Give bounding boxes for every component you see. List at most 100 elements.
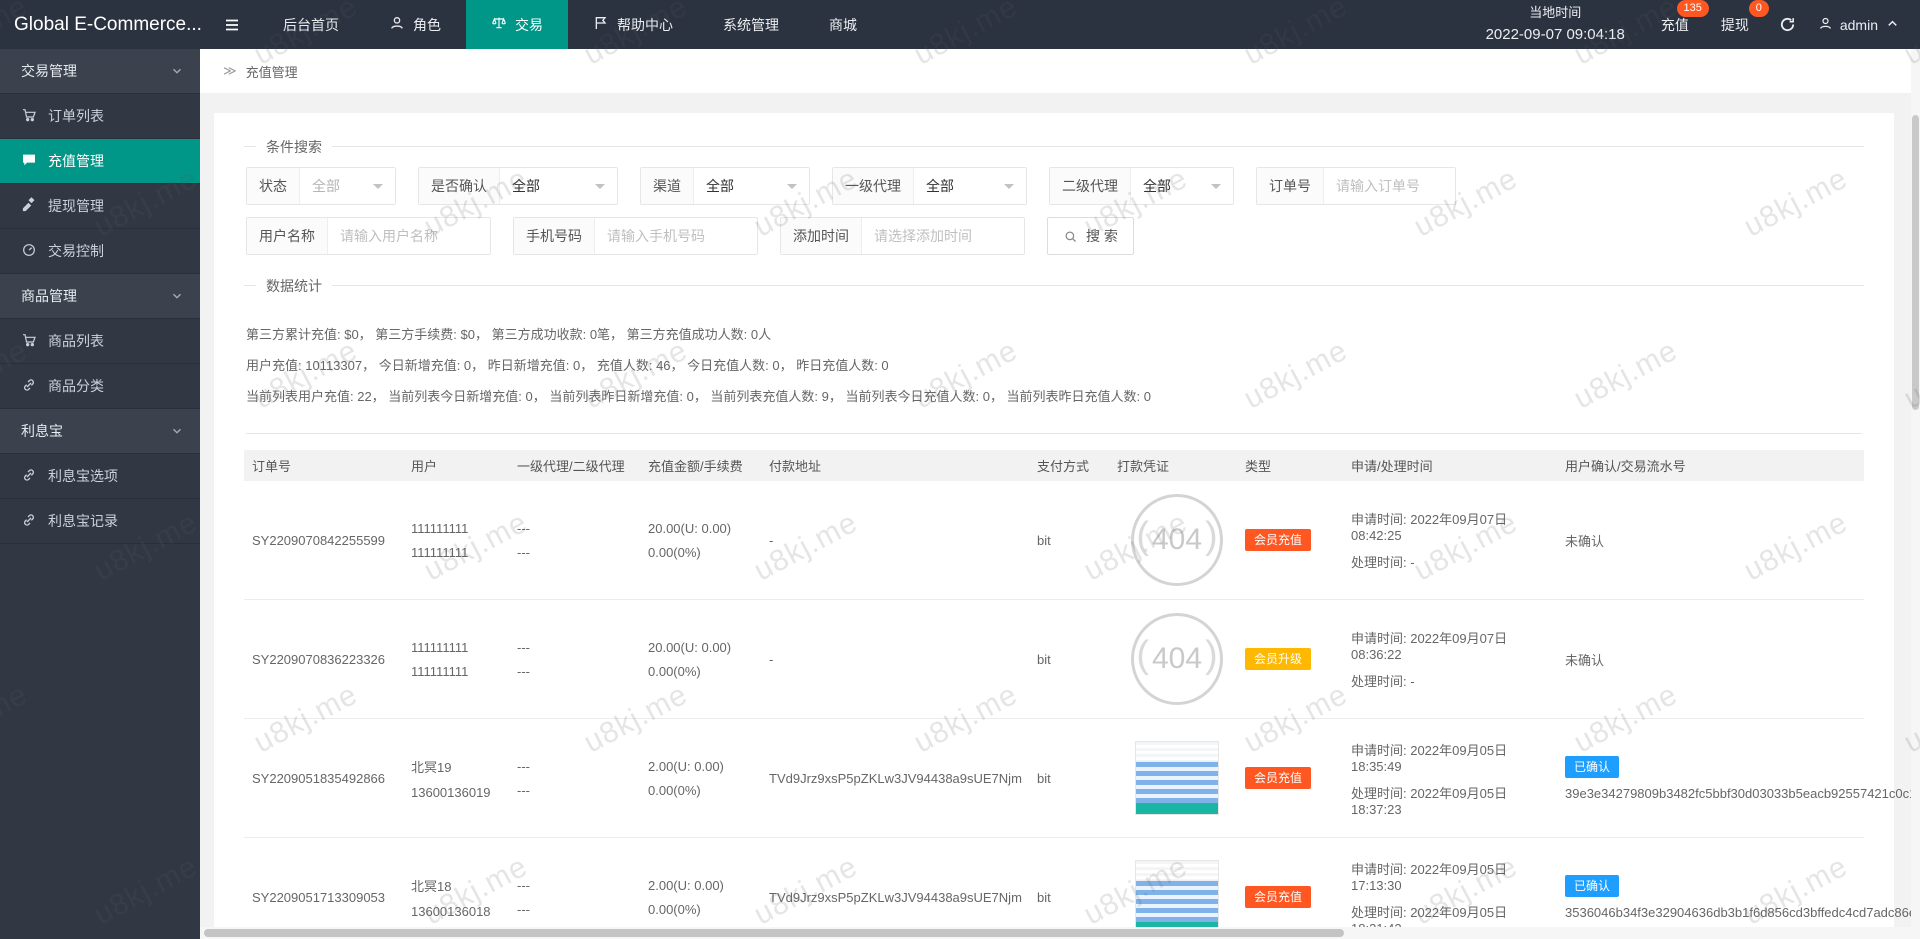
content-card: 条件搜索 状态 全部 是否确认 全部 渠道 全部 一级代理 全部 二级代理 全部…: [214, 113, 1920, 939]
sidebar-item-label: 商品分类: [48, 378, 104, 394]
add-time-field: 添加时间: [780, 217, 1025, 255]
search-button[interactable]: 搜 索: [1047, 217, 1134, 255]
table-row: SY2209051835492866 北冥19 13600136019 --- …: [244, 719, 1920, 838]
sidebar-group-trade[interactable]: 交易管理: [0, 49, 200, 94]
sidebar-item-withdraw-management[interactable]: 提现管理: [0, 184, 200, 229]
topbar-right: 当地时间 2022-09-07 09:04:18 充值 135 提现 0 adm…: [1486, 0, 1920, 49]
col-voucher: 打款凭证: [1117, 459, 1170, 474]
sidebar-group-interest[interactable]: 利息宝: [0, 409, 200, 454]
pay-address: TVd9Jrz9xsP5pZKLw3JV94438a9sUE7Njm: [769, 889, 1022, 905]
broken-image-404: (404): [1131, 494, 1223, 586]
sidebar: 交易管理 订单列表 充值管理 提现管理 交易控制 商品管理 商品列表 商品分类 …: [0, 49, 200, 939]
topbar: Global E-Commerce... 后台首页 角色 交易 帮助中心 系统管…: [0, 0, 1920, 49]
menu-label: 交易: [515, 16, 543, 33]
menu-item-roles[interactable]: 角色: [364, 0, 466, 49]
pay-method: bit: [1037, 532, 1051, 548]
confirm-cell: 未确认: [1565, 652, 1605, 668]
menu-label: 后台首页: [283, 16, 339, 33]
user-cell: 北冥18 13600136018: [411, 878, 491, 919]
table-row: SY2209070842255599 111111111 111111111 -…: [244, 481, 1864, 600]
caret-down-icon: [373, 184, 383, 194]
withdraw-count-badge: 0: [1748, 0, 1769, 17]
sidebar-group-goods[interactable]: 商品管理: [0, 274, 200, 319]
type-badge: 会员充值: [1245, 886, 1312, 908]
col-user: 用户: [411, 459, 438, 474]
type-cell: 会员充值: [1237, 529, 1343, 551]
sidebar-item-label: 交易控制: [48, 243, 104, 259]
status-select[interactable]: 状态 全部: [246, 167, 396, 205]
confirmed-select[interactable]: 是否确认 全部: [418, 167, 618, 205]
col-amount-fee: 充值金额/手续费: [648, 459, 743, 474]
sidebar-group-label: 商品管理: [21, 288, 77, 304]
pay-address: -: [769, 651, 774, 667]
menu-item-dashboard[interactable]: 后台首页: [258, 0, 364, 49]
confirm-cell: 已确认 39e3e34279809b3482fc5bbf30d03033b5ea…: [1557, 755, 1920, 801]
pay-address: TVd9Jrz9xsP5pZKLw3JV94438a9sUE7Njm: [769, 770, 1022, 786]
filter-row-2: 用户名称 手机号码 添加时间 搜 索: [246, 217, 1864, 255]
withdraw-shortcut[interactable]: 提现 0: [1721, 0, 1769, 35]
scales-icon: [491, 15, 507, 34]
channel-select[interactable]: 渠道 全部: [640, 167, 810, 205]
vertical-scrollbar-thumb[interactable]: [1912, 115, 1919, 410]
voucher-screenshot-thumbnail[interactable]: [1135, 860, 1219, 934]
stats-panel-legend: 数据统计: [256, 276, 332, 296]
sidebar-item-order-list[interactable]: 订单列表: [0, 94, 200, 139]
recharge-shortcut[interactable]: 充值 135: [1661, 0, 1709, 35]
hamburger-icon[interactable]: [206, 0, 258, 49]
menu-label: 角色: [413, 16, 441, 33]
sidebar-item-trade-control[interactable]: 交易控制: [0, 229, 200, 274]
sidebar-group-label: 利息宝: [21, 423, 63, 439]
breadcrumb-chevrons-icon: ≫: [223, 63, 237, 78]
voucher-screenshot-thumbnail[interactable]: [1135, 741, 1219, 815]
agent2-value: 全部: [1143, 178, 1171, 194]
col-pay-method: 支付方式: [1037, 459, 1090, 474]
refresh-icon[interactable]: [1779, 16, 1796, 33]
search-panel-legend: 条件搜索: [256, 137, 332, 157]
user-menu[interactable]: admin: [1818, 16, 1900, 34]
transaction-hash: 3536046b34f3e32904636db3b1f6d856cd3bffed…: [1565, 904, 1920, 920]
col-times: 申请/处理时间: [1351, 459, 1433, 474]
pay-method: bit: [1037, 889, 1051, 905]
menu-item-trade[interactable]: 交易: [466, 0, 568, 49]
sidebar-item-recharge-management[interactable]: 充值管理: [0, 139, 200, 184]
col-pay-address: 付款地址: [769, 459, 822, 474]
caret-down-icon: [1004, 184, 1014, 194]
sidebar-item-interest-options[interactable]: 利息宝选项: [0, 454, 200, 499]
stats-line-thirdparty: 第三方累计充值: $0， 第三方手续费: $0， 第三方成功收款: 0笔， 第三…: [246, 327, 772, 342]
table-header: 订单号 用户 一级代理/二级代理 充值金额/手续费 付款地址 支付方式 打款凭证…: [244, 450, 1864, 481]
cart-icon: [21, 332, 37, 351]
agent1-select[interactable]: 一级代理 全部: [832, 167, 1027, 205]
user-icon: [1818, 16, 1833, 34]
vertical-scrollbar[interactable]: [1911, 49, 1920, 927]
flag-icon: [593, 15, 609, 34]
username-input[interactable]: [328, 218, 490, 254]
menu-item-mall[interactable]: 商城: [804, 0, 882, 49]
gauge-icon: [21, 242, 37, 261]
confirmed-value: 全部: [512, 178, 540, 194]
cart-icon: [21, 107, 37, 126]
link-icon: [21, 377, 37, 396]
pay-method: bit: [1037, 651, 1051, 667]
agent2-label: 二级代理: [1050, 168, 1131, 204]
times-cell: 申请时间: 2022年09月07日 08:42:25 处理时间: -: [1351, 512, 1508, 570]
sidebar-item-goods-list[interactable]: 商品列表: [0, 319, 200, 364]
add-time-input[interactable]: [862, 218, 1024, 254]
horizontal-scrollbar-thumb[interactable]: [204, 929, 1344, 937]
local-time-label: 当地时间: [1529, 4, 1582, 20]
agent2-select[interactable]: 二级代理 全部: [1049, 167, 1234, 205]
sidebar-item-interest-records[interactable]: 利息宝记录: [0, 499, 200, 544]
phone-field: 手机号码: [513, 217, 758, 255]
order-no-input[interactable]: [1324, 168, 1455, 204]
link-icon: [21, 467, 37, 486]
sidebar-item-label: 订单列表: [48, 108, 104, 124]
phone-input[interactable]: [595, 218, 757, 254]
menu-label: 帮助中心: [617, 16, 673, 33]
sidebar-item-goods-category[interactable]: 商品分类: [0, 364, 200, 409]
agent1-value: 全部: [926, 178, 954, 194]
menu-item-help[interactable]: 帮助中心: [568, 0, 698, 49]
agents-cell: --- ---: [517, 639, 530, 679]
order-no: SY2209051835492866: [252, 770, 386, 786]
horizontal-scrollbar[interactable]: [200, 927, 1920, 939]
table-row: SY2209070836223326 111111111 111111111 -…: [244, 600, 1864, 719]
menu-item-system[interactable]: 系统管理: [698, 0, 804, 49]
